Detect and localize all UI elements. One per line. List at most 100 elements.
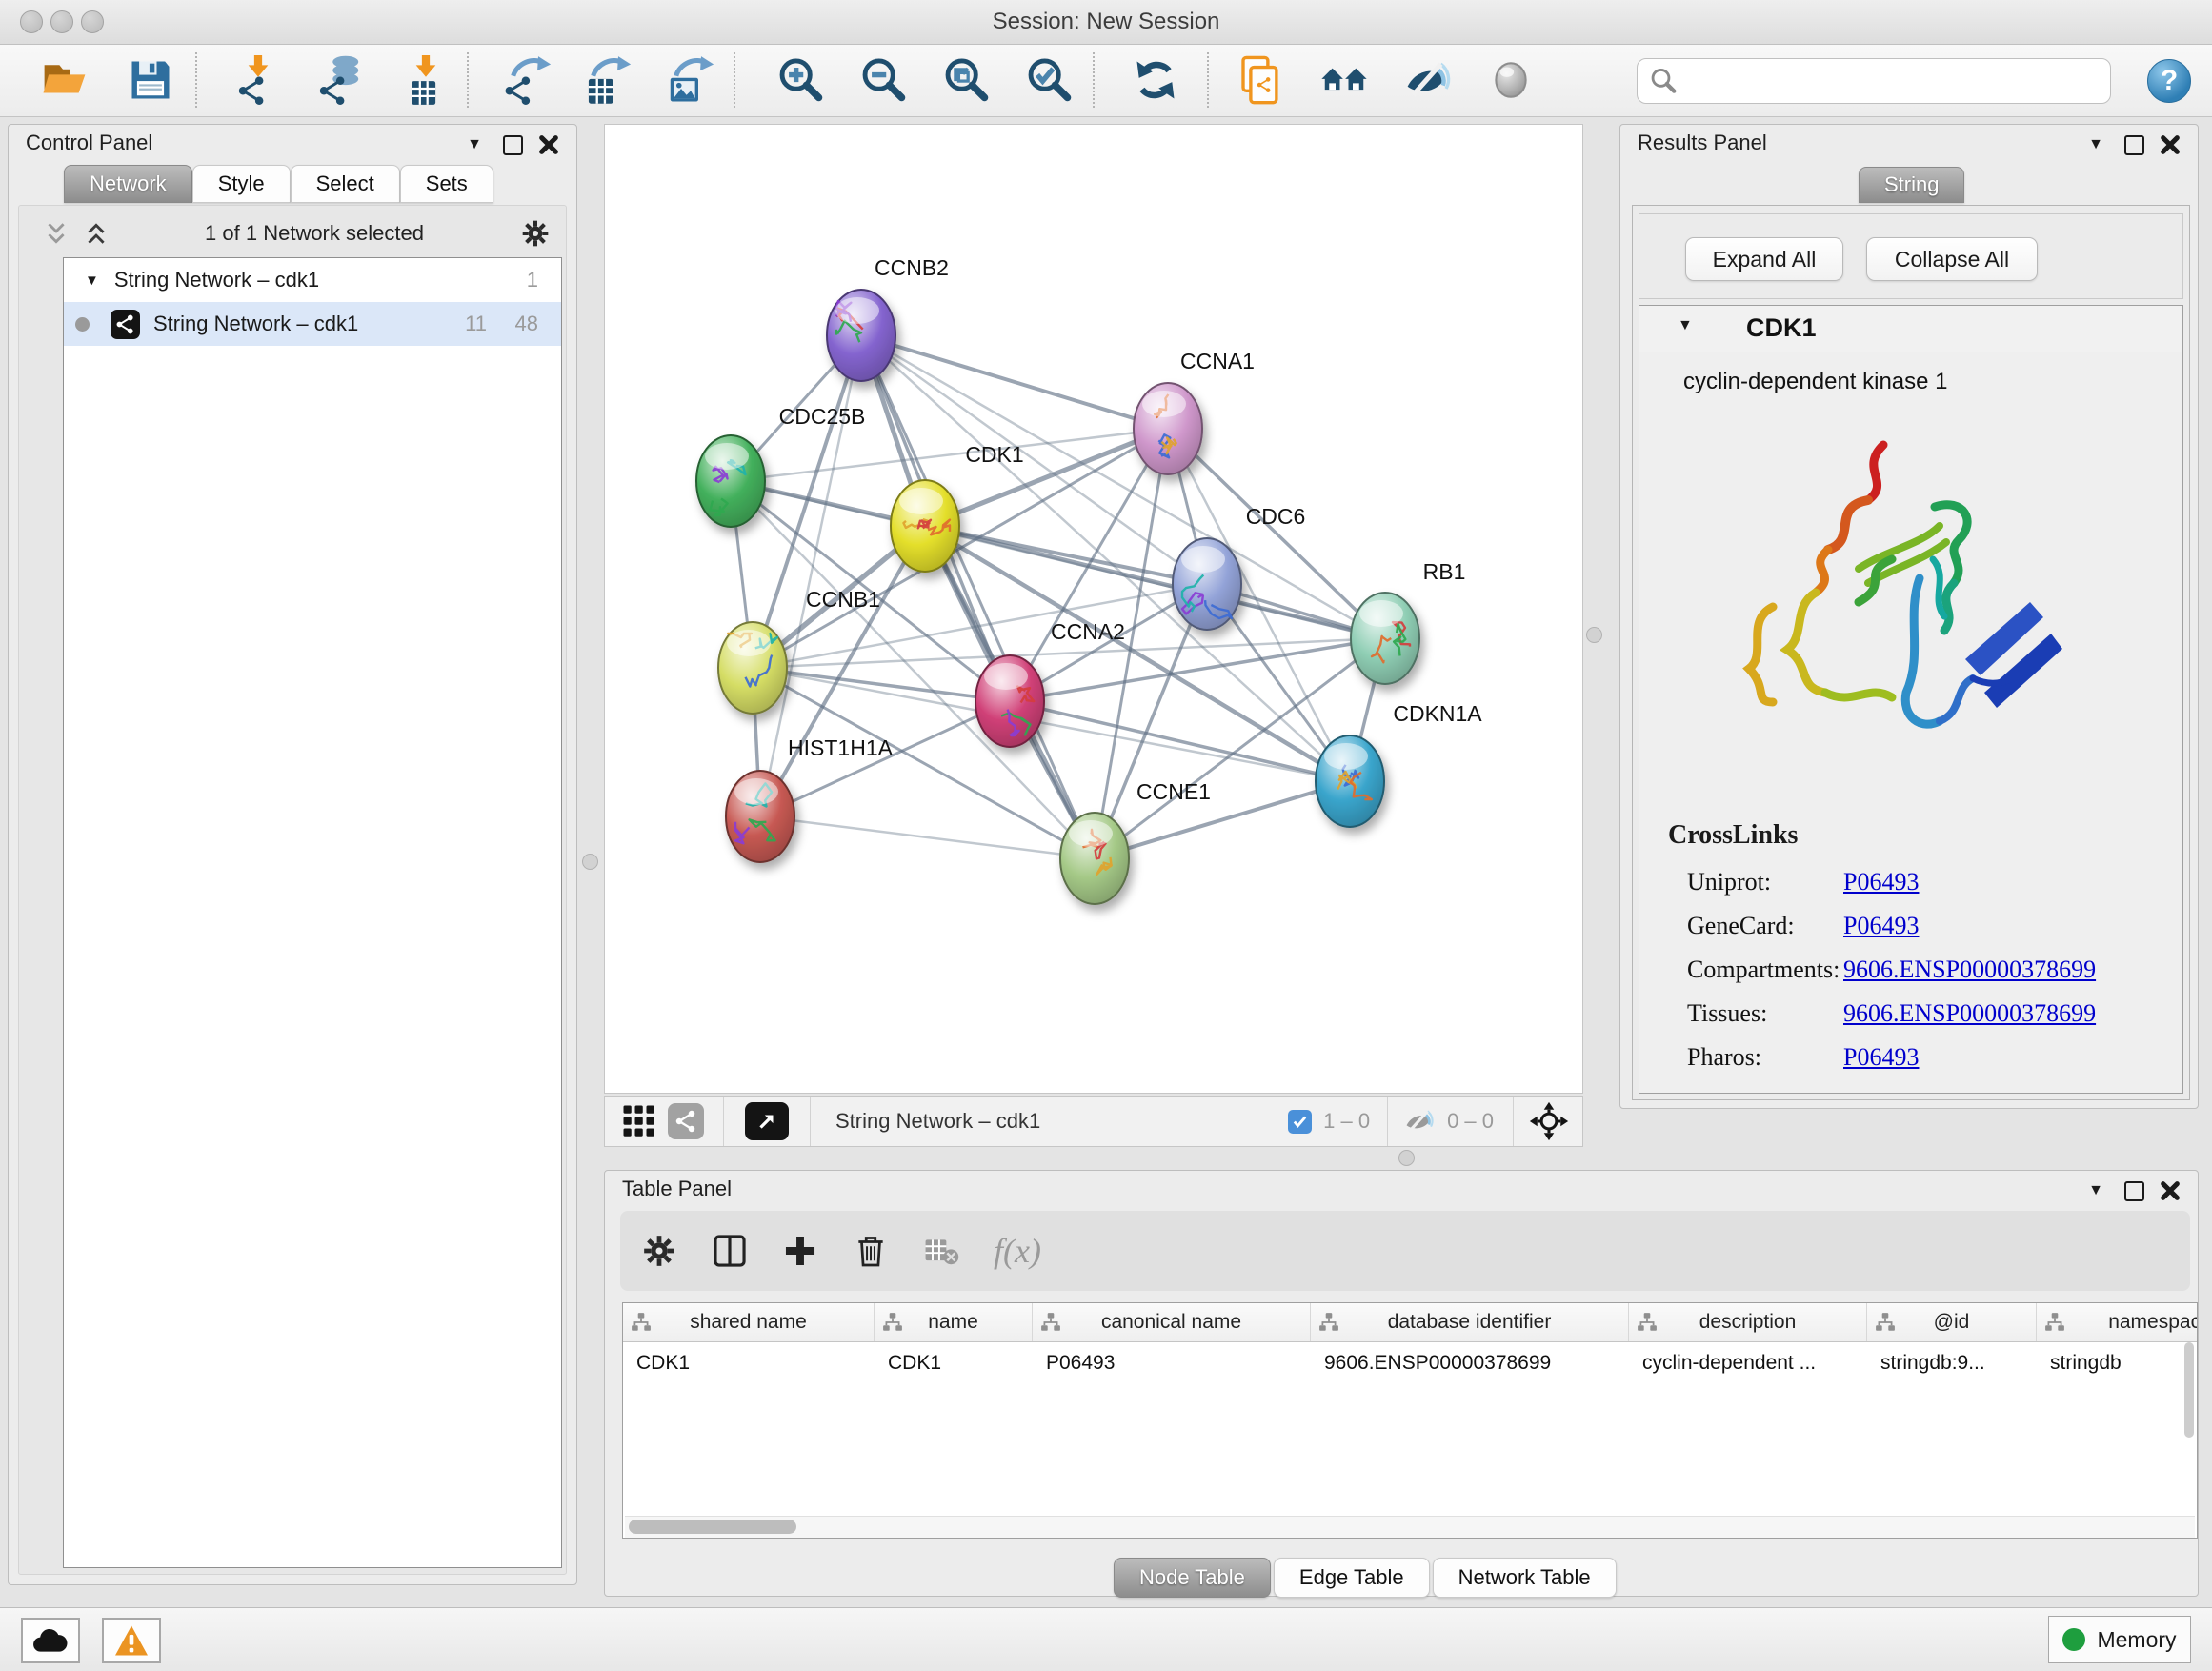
expand-all-button[interactable]: Expand All (1685, 237, 1843, 281)
column-header-canonical-name[interactable]: canonical name (1033, 1303, 1311, 1341)
table-row[interactable]: CDK1CDK1P064939606.ENSP00000378699cyclin… (623, 1342, 2197, 1384)
selected-checkbox-icon[interactable] (1288, 1110, 1312, 1134)
tab-network-table[interactable]: Network Table (1433, 1558, 1617, 1598)
network-view-canvas[interactable]: CCNB2CCNA1CDC25BCDK1CDC6RB1CCNB1CCNA2CDK… (604, 124, 1583, 1094)
graph-edge[interactable] (861, 335, 1095, 858)
tab-style[interactable]: Style (192, 165, 291, 203)
hide-selected-button[interactable] (1398, 50, 1458, 110)
panel-float-icon[interactable] (2120, 1178, 2148, 1203)
search-input[interactable] (1685, 68, 2101, 94)
birds-eye-view-button[interactable] (745, 1102, 789, 1140)
column-header-database-identifier[interactable]: database identifier (1311, 1303, 1629, 1341)
tab-edge-table[interactable]: Edge Table (1274, 1558, 1430, 1598)
panel-close-icon[interactable] (2156, 1178, 2184, 1203)
crosslink-value-link[interactable]: 9606.ENSP00000378699 (1843, 956, 2096, 984)
graph-edge[interactable] (1095, 781, 1350, 858)
column-header-shared-name[interactable]: shared name (623, 1303, 875, 1341)
export-table-button[interactable] (576, 50, 637, 110)
show-grabbers-button[interactable] (1480, 50, 1541, 110)
panel-menu-icon[interactable]: ▼ (2081, 132, 2110, 157)
help-button[interactable]: ? (2147, 59, 2191, 103)
tree-expander-icon[interactable]: ▼ (85, 272, 99, 289)
delete-column-trash-icon[interactable] (853, 1233, 889, 1269)
import-network-from-file-button[interactable] (228, 50, 289, 110)
import-table-from-file-button[interactable] (395, 50, 456, 110)
crosslink-value-link[interactable]: 9606.ENSP00000378699 (1843, 999, 2096, 1028)
horizontal-splitter-handle[interactable] (1398, 1150, 1415, 1166)
pan-crosshair-icon[interactable] (1529, 1101, 1569, 1141)
create-column-plus-icon[interactable] (782, 1233, 818, 1269)
column-header--id[interactable]: @id (1867, 1303, 2037, 1341)
crosslink-value-link[interactable]: P06493 (1843, 912, 1919, 940)
scrollbar-thumb[interactable] (629, 1520, 796, 1534)
graph-edge[interactable] (925, 526, 1385, 638)
hidden-eye-icon[interactable] (1403, 1105, 1436, 1137)
table-vertical-scrollbar[interactable] (2182, 1342, 2196, 1537)
show-columns-icon[interactable] (712, 1233, 748, 1269)
table-horizontal-scrollbar[interactable] (625, 1516, 2195, 1538)
expand-all-chevron-icon[interactable] (84, 221, 109, 246)
table-cell[interactable]: stringdb:9... (1867, 1342, 2037, 1384)
table-cell[interactable]: stringdb (2037, 1342, 2198, 1384)
network-options-gear-icon[interactable] (520, 218, 551, 249)
graph-edge[interactable] (753, 668, 1010, 701)
panel-float-icon[interactable] (2120, 132, 2148, 157)
refresh-view-button[interactable] (1125, 50, 1186, 110)
graph-node-RB1[interactable]: RB1 (1351, 559, 1465, 684)
panel-menu-icon[interactable]: ▼ (460, 132, 489, 157)
column-header-name[interactable]: name (875, 1303, 1033, 1341)
left-splitter-handle[interactable] (582, 854, 598, 870)
grid-view-icon[interactable] (622, 1104, 656, 1138)
panel-close-icon[interactable] (534, 132, 563, 157)
graph-edge[interactable] (861, 335, 1168, 429)
table-cell[interactable]: CDK1 (623, 1342, 875, 1384)
warnings-button[interactable] (102, 1618, 161, 1663)
graph-node-CCNE1[interactable]: CCNE1 (1060, 779, 1211, 904)
network-row[interactable]: String Network – cdk1 11 48 (64, 302, 561, 346)
graph-edge[interactable] (753, 335, 861, 668)
scrollbar-thumb[interactable] (2184, 1342, 2194, 1438)
save-session-button[interactable] (120, 50, 181, 110)
graph-edge[interactable] (760, 816, 1095, 858)
column-header-description[interactable]: description (1629, 1303, 1867, 1341)
panel-close-icon[interactable] (2156, 132, 2184, 157)
crosslink-value-link[interactable]: P06493 (1843, 868, 1919, 896)
show-all-button[interactable] (1314, 50, 1375, 110)
graph-node-CCNB2[interactable]: CCNB2 (827, 255, 949, 381)
graph-node-CDKN1A[interactable]: CDKN1A (1316, 701, 1482, 827)
import-network-from-database-button[interactable] (309, 50, 370, 110)
network-collection-row[interactable]: ▼ String Network – cdk1 1 (64, 258, 561, 302)
crosslink-value-link[interactable]: P06493 (1843, 1043, 1919, 1072)
tab-node-table[interactable]: Node Table (1114, 1558, 1271, 1598)
zoom-fit-button[interactable] (935, 50, 996, 110)
export-image-button[interactable] (659, 50, 720, 110)
right-splitter-handle[interactable] (1586, 627, 1602, 643)
tab-select[interactable]: Select (291, 165, 400, 203)
column-header-namespace[interactable]: namespace (2037, 1303, 2198, 1341)
zoom-out-button[interactable] (853, 50, 914, 110)
panel-float-icon[interactable] (498, 132, 527, 157)
open-session-button[interactable] (34, 50, 95, 110)
graph-node-HIST1H1A[interactable]: HIST1H1A (726, 735, 894, 862)
memory-button[interactable]: Memory (2048, 1616, 2191, 1663)
zoom-selected-button[interactable] (1018, 50, 1079, 110)
gene-section-header[interactable]: ▼ CDK1 (1639, 306, 2182, 352)
clone-network-button[interactable] (1230, 50, 1291, 110)
graph-node-CCNA1[interactable]: CCNA1 (1134, 349, 1255, 474)
panel-menu-icon[interactable]: ▼ (2081, 1178, 2110, 1203)
export-network-button[interactable] (496, 50, 557, 110)
network-share-icon[interactable] (668, 1103, 704, 1139)
table-settings-gear-icon[interactable] (641, 1233, 677, 1269)
table-cell[interactable]: cyclin-dependent ... (1629, 1342, 1867, 1384)
collapse-all-button[interactable]: Collapse All (1866, 237, 2038, 281)
collapse-all-chevron-icon[interactable] (44, 221, 69, 246)
cloud-status-button[interactable] (21, 1618, 80, 1663)
tab-network[interactable]: Network (64, 165, 192, 203)
section-expander-icon[interactable]: ▼ (1678, 317, 1693, 334)
tab-string[interactable]: String (1859, 167, 1964, 203)
table-cell[interactable]: P06493 (1033, 1342, 1311, 1384)
tab-sets[interactable]: Sets (400, 165, 493, 203)
table-cell[interactable]: 9606.ENSP00000378699 (1311, 1342, 1629, 1384)
table-cell[interactable]: CDK1 (875, 1342, 1033, 1384)
zoom-in-button[interactable] (770, 50, 831, 110)
